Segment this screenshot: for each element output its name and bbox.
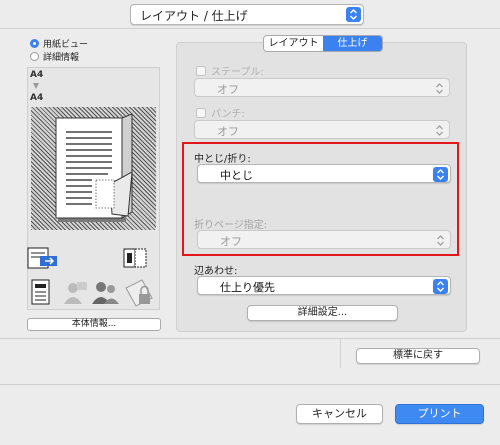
top-separator <box>0 28 500 29</box>
tab-finishing[interactable]: 仕上げ <box>323 36 382 51</box>
footer-separator <box>0 384 500 385</box>
punch-select[interactable]: オフ <box>194 120 450 139</box>
print-button[interactable]: プリント <box>395 404 484 424</box>
staple-label: ステープル: <box>211 67 264 78</box>
user-icon-disabled <box>64 282 87 304</box>
tab-bar: レイアウト 仕上げ <box>263 35 383 52</box>
popup-stepper-icon <box>346 7 361 22</box>
edge-align-select[interactable]: 仕上り優先 <box>197 276 451 295</box>
staple-select[interactable]: オフ <box>194 78 450 97</box>
radio-selected-icon <box>30 39 39 48</box>
staple-value: オフ <box>217 83 239 96</box>
machine-info-button[interactable]: 本体情報... <box>27 318 161 331</box>
select-chevron-icon <box>432 123 447 138</box>
divider-vertical <box>340 338 341 368</box>
edge-align-label: 辺あわせ: <box>194 266 238 277</box>
checkbox-icon <box>196 107 206 118</box>
paper-size-source: A4 <box>30 70 44 80</box>
select-stepper-icon <box>433 279 448 294</box>
booklet-preview-icon <box>55 113 133 222</box>
output-tray-icon <box>27 247 57 269</box>
punch-label: パンチ: <box>211 109 245 120</box>
radio-paper-view-label: 用紙ビュー <box>43 40 89 50</box>
tab-layout[interactable]: レイアウト <box>264 36 323 51</box>
radio-unselected-icon <box>30 52 39 61</box>
staple-checkbox[interactable]: ステープル: <box>196 63 264 78</box>
preset-popup-value: レイアウト / 仕上げ <box>140 9 248 23</box>
group-users-icon <box>92 282 119 304</box>
document-icon <box>31 279 50 305</box>
secure-print-icon <box>125 279 153 307</box>
radio-detail-info-label: 詳細情報 <box>43 53 80 63</box>
cancel-button[interactable]: キャンセル <box>296 404 383 424</box>
booklet-fold-icon <box>123 248 147 268</box>
punch-checkbox[interactable]: パンチ: <box>196 105 245 120</box>
bottom-separator <box>0 338 500 339</box>
checkbox-icon <box>196 65 206 76</box>
arrow-down-icon <box>33 83 39 89</box>
details-button[interactable]: 詳細設定... <box>247 305 398 321</box>
punch-value: オフ <box>217 125 239 138</box>
paper-size-output: A4 <box>30 93 44 103</box>
edge-align-value: 仕上り優先 <box>220 281 275 294</box>
highlight-box <box>182 142 459 256</box>
radio-detail-info[interactable]: 詳細情報 <box>30 50 79 63</box>
select-chevron-icon <box>432 81 447 96</box>
preset-popup[interactable]: レイアウト / 仕上げ <box>130 4 364 25</box>
radio-paper-view[interactable]: 用紙ビュー <box>30 37 88 50</box>
reset-defaults-button[interactable]: 標準に戻す <box>356 348 480 364</box>
